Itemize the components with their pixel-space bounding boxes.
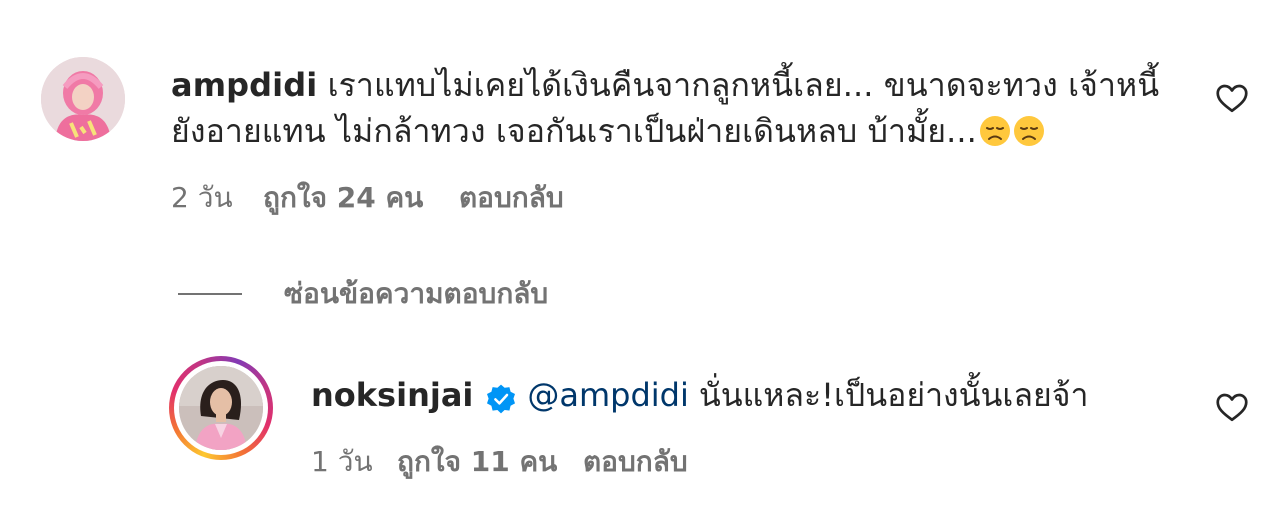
verified-badge-icon [485, 381, 517, 414]
disappointed-face-emoji [1013, 113, 1045, 146]
comment-likes[interactable]: ถูกใจ 24 คน [263, 176, 459, 220]
reply-body: นั่นแหละ!เป็นอย่างนั้นเลยจ้า [698, 376, 1089, 414]
comment-text: ampdidi เราแทบไม่เคยได้เงินคืนจากลูกหนี้… [171, 62, 1161, 154]
story-ring[interactable] [169, 356, 273, 460]
comment-username[interactable]: ampdidi [171, 66, 317, 104]
comment-age[interactable]: 2 วัน [171, 176, 263, 220]
reply-button[interactable]: ตอบกลับ [583, 440, 688, 484]
heart-outline-icon[interactable] [1214, 80, 1250, 116]
reply-age[interactable]: 1 วัน [311, 440, 397, 484]
comments-thread: ampdidi เราแทบไม่เคยได้เงินคืนจากลูกหนี้… [0, 0, 1280, 527]
hide-replies-label: ซ่อนข้อความตอบกลับ [284, 277, 549, 310]
heart-outline-icon[interactable] [1214, 389, 1250, 425]
mention-link[interactable]: @ampdidi [527, 372, 689, 418]
reply-username[interactable]: noksinjai [311, 372, 473, 418]
hide-replies-button[interactable]: ซ่อนข้อความตอบกลับ [178, 272, 548, 316]
avatar-image [179, 366, 263, 450]
comment-meta: 2 วัน ถูกใจ 24 คน ตอบกลับ [171, 176, 564, 220]
comment-body: เราแทบไม่เคยได้เงินคืนจากลูกหนี้เลย... ข… [171, 66, 1160, 150]
avatar-image [41, 57, 125, 141]
reply-meta: 1 วัน ถูกใจ 11 คน ตอบกลับ [311, 440, 688, 484]
divider-line [178, 293, 242, 295]
reply-likes[interactable]: ถูกใจ 11 คน [397, 440, 583, 484]
avatar-ampdidi[interactable] [41, 57, 125, 141]
reply-text: noksinjai @ampdidi นั่นแหละ!เป็นอย่างนั้… [311, 372, 1191, 418]
reply-button[interactable]: ตอบกลับ [459, 176, 564, 220]
avatar-noksinjai [179, 366, 263, 450]
disappointed-face-emoji [979, 113, 1011, 146]
